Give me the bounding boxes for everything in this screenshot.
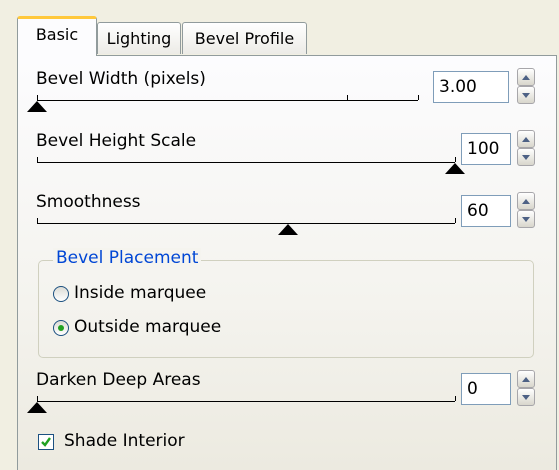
- shade-interior-label: Shade Interior: [64, 431, 185, 451]
- darken-tick: [455, 396, 456, 401]
- darken-spin-down[interactable]: [517, 388, 535, 406]
- outside-marquee-label: Outside marquee: [74, 317, 222, 337]
- tab-basic[interactable]: Basic: [17, 16, 97, 56]
- bevel-placement-title: Bevel Placement: [53, 248, 202, 268]
- darken-spin-up[interactable]: [517, 370, 535, 388]
- bevel-height-input[interactable]: 100: [461, 133, 511, 165]
- spin-up-icon: [522, 376, 530, 382]
- spin-down-icon: [522, 92, 530, 98]
- outside-marquee-radio[interactable]: [53, 320, 69, 336]
- bevel-height-spinner: [517, 130, 535, 166]
- smoothness-tick: [37, 218, 38, 223]
- bevel-height-tick: [37, 157, 38, 162]
- bevel-height-spin-up[interactable]: [517, 130, 535, 148]
- smoothness-input[interactable]: 60: [461, 195, 511, 227]
- smoothness-thumb[interactable]: [277, 224, 298, 235]
- bevel-width-spin-up[interactable]: [517, 68, 535, 86]
- tab-bevel-profile[interactable]: Bevel Profile: [182, 22, 307, 54]
- tab-basic-label: Basic: [35, 25, 79, 44]
- smoothness-track: [37, 223, 455, 224]
- bevel-height-spin-down[interactable]: [517, 148, 535, 166]
- darken-track: [37, 401, 455, 402]
- bevel-width-track: [37, 100, 418, 101]
- smoothness-spin-up[interactable]: [517, 192, 535, 210]
- spin-down-icon: [522, 216, 530, 222]
- darken-spinner: [517, 370, 535, 406]
- darken-tick: [37, 396, 38, 401]
- bevel-width-tick: [37, 95, 38, 100]
- bevel-placement-group: Bevel Placement Inside marquee Outside m…: [38, 248, 534, 358]
- inside-marquee-radio[interactable]: [53, 286, 69, 302]
- inside-marquee-option[interactable]: Inside marquee: [53, 283, 303, 305]
- bevel-width-tick: [418, 95, 419, 100]
- bevel-height-slider[interactable]: [32, 148, 465, 176]
- outside-marquee-option[interactable]: Outside marquee: [53, 317, 303, 339]
- bevel-width-slider[interactable]: [27, 86, 427, 114]
- darken-slider[interactable]: [27, 387, 462, 415]
- smoothness-spinner: [517, 192, 535, 228]
- smoothness-spin-down[interactable]: [517, 210, 535, 228]
- spin-down-icon: [522, 154, 530, 160]
- tab-lighting[interactable]: Lighting: [97, 22, 181, 54]
- spin-up-icon: [522, 136, 530, 142]
- checkmark-icon: [41, 437, 51, 447]
- bevel-height-tick: [455, 157, 456, 162]
- radio-dot: [58, 325, 64, 331]
- basic-tab-panel: Bevel Width (pixels) 3.00 Bevel Height S…: [17, 55, 557, 470]
- bevel-width-spin-down[interactable]: [517, 86, 535, 104]
- bevel-width-thumb[interactable]: [27, 101, 47, 112]
- tab-bevel-profile-label: Bevel Profile: [194, 29, 295, 48]
- shade-interior-option[interactable]: Shade Interior: [38, 431, 238, 453]
- shade-interior-checkbox[interactable]: [38, 434, 54, 450]
- darken-thumb[interactable]: [27, 402, 47, 413]
- bevel-height-track: [37, 162, 455, 163]
- spin-up-icon: [522, 74, 530, 80]
- inside-marquee-label: Inside marquee: [74, 283, 207, 303]
- smoothness-tick: [455, 218, 456, 223]
- spin-up-icon: [522, 198, 530, 204]
- bevel-width-tick: [347, 95, 348, 100]
- tab-lighting-label: Lighting: [106, 29, 172, 48]
- bevel-width-input[interactable]: 3.00: [433, 71, 509, 103]
- window-top-band: [0, 0, 559, 10]
- spin-down-icon: [522, 394, 530, 400]
- darken-input[interactable]: 0: [461, 373, 511, 405]
- bevel-width-spinner: [517, 68, 535, 104]
- smoothness-slider[interactable]: [32, 209, 462, 237]
